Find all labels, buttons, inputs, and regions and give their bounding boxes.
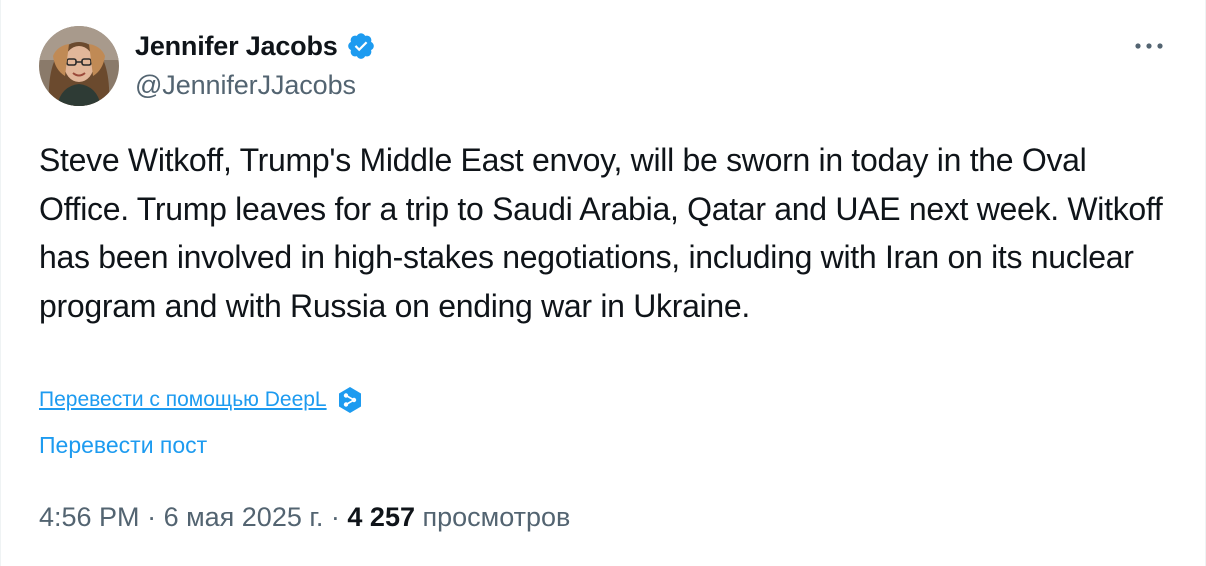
more-horizontal-icon	[1135, 43, 1163, 49]
deepl-translate-row: Перевести с помощью DeepL	[39, 384, 363, 416]
meta-separator: ·	[139, 502, 164, 532]
views-label: просмотров	[414, 502, 571, 532]
views-count: 4 257	[347, 502, 415, 532]
tweet-meta: 4:56 PM · 6 мая 2025 г. · 4 257 просмотр…	[39, 502, 570, 536]
avatar[interactable]	[39, 26, 119, 106]
verified-badge-icon	[347, 33, 374, 59]
meta-separator: ·	[323, 502, 348, 532]
translate-post-link[interactable]: Перевести пост	[39, 432, 207, 459]
avatar-image	[39, 26, 119, 106]
deepl-logo-icon[interactable]	[337, 386, 363, 414]
author-handle[interactable]: @JenniferJJacobs	[135, 70, 356, 101]
tweet-time[interactable]: 4:56 PM	[39, 502, 140, 533]
display-name[interactable]: Jennifer Jacobs	[135, 31, 338, 62]
tweet-date[interactable]: 6 мая 2025 г.	[164, 502, 324, 533]
deepl-translate-link[interactable]: Перевести с помощью DeepL	[39, 388, 327, 412]
tweet-text: Steve Witkoff, Trump's Middle East envoy…	[39, 142, 1163, 324]
author-name-row[interactable]: Jennifer Jacobs	[135, 28, 376, 64]
tweet-card: Jennifer Jacobs @JenniferJJacobs Steve W…	[0, 0, 1206, 566]
more-options-button[interactable]	[1129, 30, 1169, 62]
